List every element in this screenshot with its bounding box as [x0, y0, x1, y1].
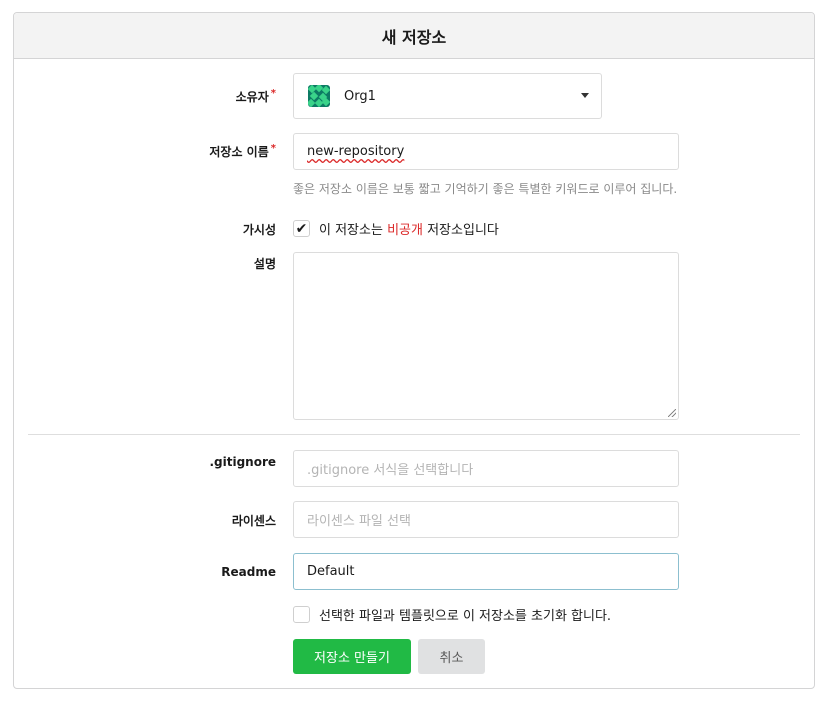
description-label: 설명 — [253, 257, 276, 271]
cancel-button[interactable]: 취소 — [418, 639, 485, 674]
owner-label: 소유자 * — [236, 88, 276, 105]
auto-init-row: 선택한 파일과 템플릿으로 이 저장소를 초기화 합니다. — [293, 605, 611, 624]
private-text: 비공개 — [387, 223, 423, 238]
owner-value: Org1 — [344, 88, 376, 104]
new-repository-form: 새 저장소 소유자 * Org1 저장소 이름 * new-repository 좋… — [13, 12, 815, 689]
resize-handle-icon[interactable] — [668, 409, 676, 417]
license-select[interactable]: 라이센스 파일 선택 — [293, 501, 679, 538]
auto-init-text: 선택한 파일과 템플릿으로 이 저장소를 초기화 합니다. — [319, 609, 612, 624]
form-header: 새 저장소 — [14, 13, 814, 59]
gitignore-select[interactable]: .gitignore 서식을 선택합니다 — [293, 450, 679, 487]
repo-name-value: new-repository — [307, 144, 405, 159]
repo-name-input[interactable]: new-repository — [293, 133, 679, 170]
auto-init-checkbox[interactable] — [293, 606, 310, 623]
license-label: 라이센스 — [231, 514, 276, 528]
repo-name-help-text: 좋은 저장소 이름은 보통 짧고 기억하기 좋은 특별한 키워드로 이루어 집니… — [293, 182, 678, 196]
visibility-label: 가시성 — [242, 223, 276, 237]
owner-label-text: 소유자 — [235, 90, 269, 104]
repo-name-label-text: 저장소 이름 — [209, 145, 269, 159]
license-placeholder: 라이센스 파일 선택 — [307, 514, 411, 529]
visibility-text-before: 이 저장소는 — [319, 223, 388, 238]
org-avatar-icon — [308, 85, 330, 107]
private-checkbox[interactable]: ✔ — [293, 220, 310, 237]
visibility-text-after: 저장소입니다 — [422, 223, 499, 238]
page-title: 새 저장소 — [381, 27, 447, 47]
description-textarea[interactable] — [293, 252, 679, 420]
readme-select[interactable]: Default — [293, 553, 679, 590]
required-mark: * — [270, 88, 276, 99]
divider — [28, 434, 800, 435]
required-mark: * — [270, 143, 276, 154]
gitignore-placeholder: .gitignore 서식을 선택합니다 — [307, 463, 474, 478]
create-repository-button[interactable]: 저장소 만들기 — [293, 639, 411, 674]
repo-name-label: 저장소 이름 * — [209, 143, 276, 160]
readme-value: Default — [307, 564, 355, 579]
owner-dropdown[interactable]: Org1 — [293, 73, 602, 119]
readme-label: Readme — [221, 565, 276, 579]
gitignore-label: .gitignore — [209, 455, 276, 469]
chevron-down-icon — [581, 93, 589, 98]
visibility-row: ✔ 이 저장소는 비공개 저장소입니다 — [293, 219, 499, 238]
